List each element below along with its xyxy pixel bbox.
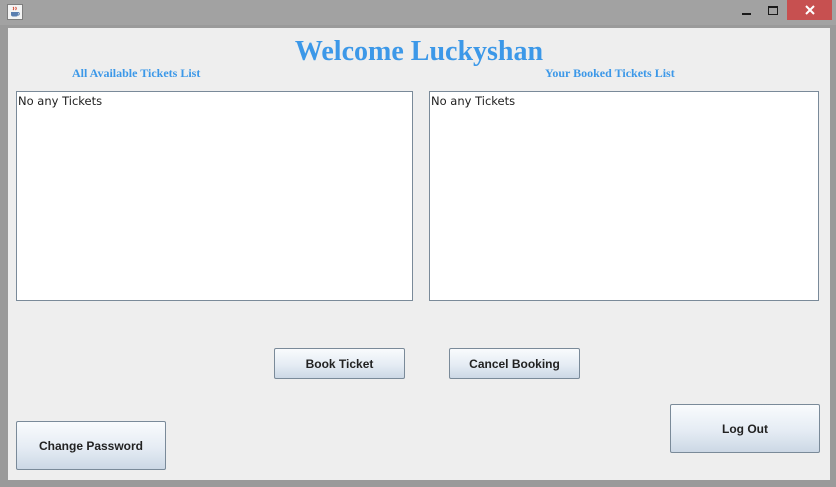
booked-tickets-list[interactable]: No any Tickets — [429, 91, 819, 301]
close-icon — [804, 5, 815, 15]
close-button[interactable] — [787, 0, 832, 20]
window-titlebar[interactable] — [0, 0, 836, 25]
minimize-button[interactable] — [733, 0, 759, 20]
minimize-icon — [741, 12, 751, 15]
list-item[interactable]: No any Tickets — [430, 92, 818, 108]
change-password-button[interactable]: Change Password — [16, 421, 166, 470]
booked-tickets-label: Your Booked Tickets List — [545, 66, 675, 80]
book-ticket-button[interactable]: Book Ticket — [274, 348, 405, 379]
main-panel: Welcome Luckyshan All Available Tickets … — [8, 28, 830, 480]
available-tickets-label: All Available Tickets List — [72, 66, 201, 80]
available-tickets-list[interactable]: No any Tickets — [16, 91, 413, 301]
cancel-booking-button[interactable]: Cancel Booking — [449, 348, 580, 379]
logout-button[interactable]: Log Out — [670, 404, 820, 453]
maximize-icon — [768, 5, 778, 15]
maximize-button[interactable] — [760, 0, 786, 20]
list-item[interactable]: No any Tickets — [17, 92, 412, 108]
java-cup-icon[interactable] — [7, 4, 23, 20]
welcome-title: Welcome Luckyshan — [294, 36, 544, 67]
